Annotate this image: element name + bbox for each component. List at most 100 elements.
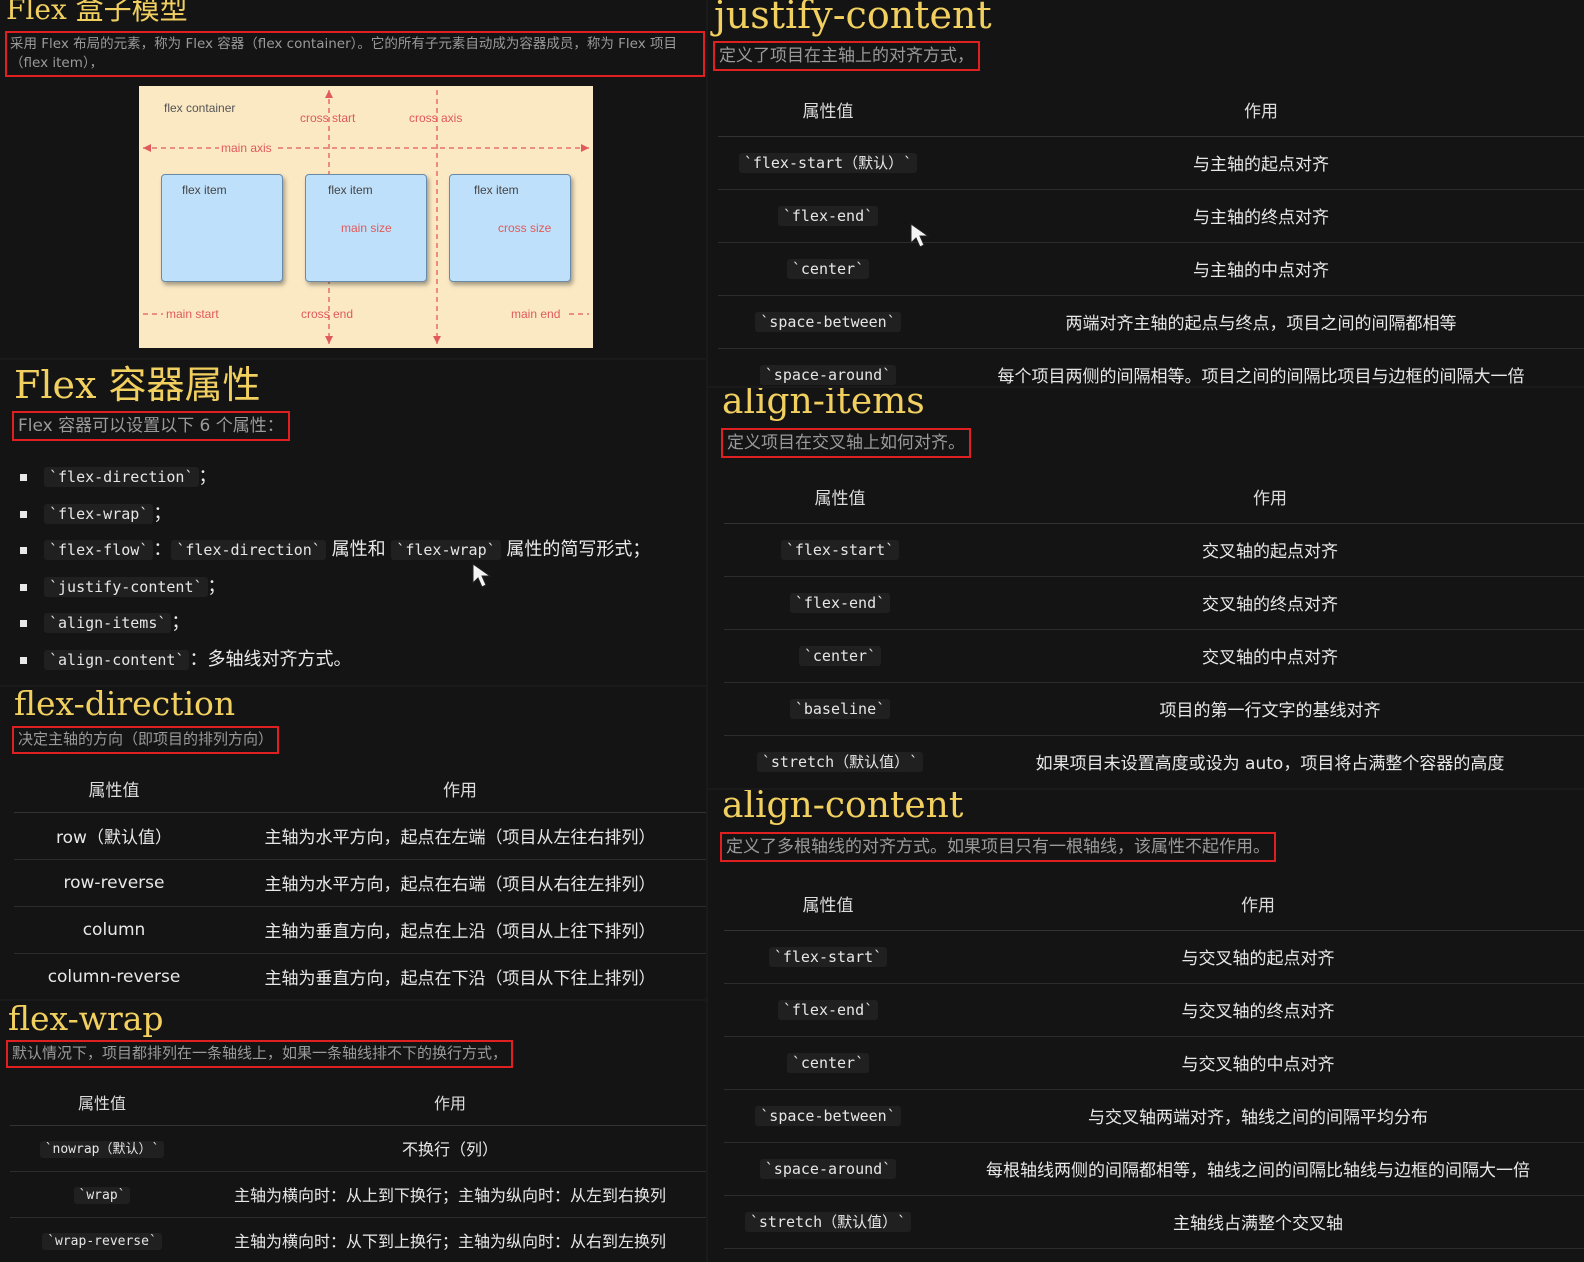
section-description: 定义了多根轴线的对齐方式。如果项目只有一根轴线，该属性不起作用。 bbox=[720, 832, 1276, 863]
list-item: `flex-direction`； bbox=[14, 459, 650, 496]
table-cell-value: `space-around` bbox=[724, 1142, 932, 1196]
table-row: column 主轴为垂直方向，起点在上沿（项目从上往下排列） bbox=[14, 906, 706, 954]
list-item: `align-items`； bbox=[14, 605, 650, 642]
column-header: 属性值 bbox=[14, 765, 214, 813]
align-items-panel: align-items 定义项目在交叉轴上如何对齐。 属性值 作用 `flex-s… bbox=[708, 388, 1584, 788]
table-cell-desc: 与交叉轴的中点对齐 bbox=[932, 1036, 1584, 1090]
inline-code: `justify-content` bbox=[44, 576, 208, 597]
column-header: 属性值 bbox=[10, 1079, 194, 1126]
table-cell-value: `flex-start（默认）` bbox=[718, 136, 938, 190]
column-header: 属性值 bbox=[718, 84, 938, 137]
table-cell-value: column-reverse bbox=[14, 953, 214, 999]
justify-content-panel: justify-content 定义了项目在主轴上的对齐方式， 属性值 作用 `f… bbox=[708, 0, 1584, 386]
table-cell-desc: 交叉轴的中点对齐 bbox=[956, 629, 1584, 683]
table-cell-value: `stretch（默认值）` bbox=[724, 1195, 932, 1249]
table-row: `stretch（默认值）` 如果项目未设置高度或设为 auto，项目将占满整个容… bbox=[724, 735, 1584, 788]
table-row: `space-between` 与交叉轴两端对齐，轴线之间的间隔平均分布 bbox=[724, 1089, 1584, 1143]
inline-code: `flex-wrap` bbox=[44, 503, 154, 524]
table-cell-value: `space-between` bbox=[724, 1089, 932, 1143]
description-line: （flex item）， bbox=[10, 55, 104, 71]
table-row: `space-around` 每个项目两侧的间隔相等。项目之间的间隔比项目与边框的… bbox=[718, 348, 1584, 386]
table-cell-desc: 每根轴线两侧的间隔都相等，轴线之间的间隔比轴线与边框的间隔大一倍 bbox=[932, 1142, 1584, 1196]
section-title: flex-direction bbox=[14, 687, 236, 723]
container-props-panel: Flex 容器属性 Flex 容器可以设置以下 6 个属性： `flex-dir… bbox=[0, 360, 706, 685]
table-cell-desc: 交叉轴的终点对齐 bbox=[956, 576, 1584, 630]
table-cell-desc: 交叉轴的起点对齐 bbox=[956, 523, 1584, 577]
list-item-text: ； bbox=[171, 612, 190, 633]
list-item: `justify-content`； bbox=[14, 569, 650, 606]
section-title: justify-content bbox=[714, 0, 992, 37]
inline-code: `flex-wrap` bbox=[391, 540, 501, 560]
list-item-text: ； bbox=[153, 502, 172, 524]
align-content-table: 属性值 作用 `flex-start` 与交叉轴的起点对齐 `flex-end` 与交… bbox=[724, 878, 1584, 1249]
section-title: Flex 容器属性 bbox=[14, 363, 261, 407]
cross-start-label: cross start bbox=[300, 111, 356, 125]
inline-code: `wrap-reverse` bbox=[42, 1233, 162, 1250]
table-row: `stretch（默认值）` 主轴线占满整个交叉轴 bbox=[724, 1195, 1584, 1249]
table-cell-desc: 与交叉轴的终点对齐 bbox=[932, 983, 1584, 1037]
table-cell-value: `space-between` bbox=[718, 295, 938, 349]
table-row: row（默认值） 主轴为水平方向，起点在左端（项目从左往右排列） bbox=[14, 812, 706, 860]
flex-diagram: flex container cross start cross axis ma… bbox=[139, 86, 593, 348]
flex-direction-table: 属性值 作用 row（默认值） 主轴为水平方向，起点在左端（项目从左往右排列） ro… bbox=[14, 765, 706, 999]
table-cell-value: `center` bbox=[724, 1036, 932, 1090]
table-row: `nowrap（默认）` 不换行（列） bbox=[10, 1125, 706, 1172]
section-title: Flex 盒子模型 bbox=[6, 0, 188, 26]
property-list: `flex-direction`； `flex-wrap`； `flex-flo… bbox=[14, 459, 650, 678]
list-item: `flex-wrap`； bbox=[14, 496, 650, 533]
flex-wrap-panel: flex-wrap 默认情况下，项目都排列在一条轴线上，如果一条轴线排不下的换行… bbox=[0, 1001, 706, 1262]
flex-item-label: flex item bbox=[474, 183, 519, 197]
table-cell-desc: 主轴为垂直方向，起点在下沿（项目从下往上排列） bbox=[214, 953, 706, 999]
list-item-text: ：多轴线对齐方式。 bbox=[189, 648, 352, 670]
section-description: 默认情况下，项目都排列在一条轴线上，如果一条轴线排不下的换行方式， bbox=[6, 1040, 514, 1068]
table-row: `space-around` 每根轴线两侧的间隔都相等，轴线之间的间隔比轴线与边框… bbox=[724, 1142, 1584, 1196]
table-cell-value: `baseline` bbox=[724, 682, 956, 736]
table-cell-value: row-reverse bbox=[14, 859, 214, 907]
flex-item-box: flex item main size bbox=[305, 174, 427, 282]
align-items-table: 属性值 作用 `flex-start` 交叉轴的起点对齐 `flex-end` 交叉轴… bbox=[724, 471, 1584, 788]
inline-code: `flex-start（默认）` bbox=[738, 153, 918, 173]
table-cell-desc: 主轴为横向时：从上到下换行；主轴为纵向时：从左到右换列 bbox=[194, 1171, 706, 1218]
table-cell-desc: 两端对齐主轴的起点与终点，项目之间的间隔都相等 bbox=[938, 295, 1584, 349]
inline-code: `align-items` bbox=[44, 613, 172, 633]
table-row: `flex-start` 交叉轴的起点对齐 bbox=[724, 523, 1584, 577]
cross-size-label: cross size bbox=[498, 221, 552, 235]
inline-code: `center` bbox=[798, 645, 882, 666]
table-cell-value: `nowrap（默认）` bbox=[10, 1125, 194, 1172]
list-item-text: 属性的简写形式； bbox=[500, 539, 651, 560]
inline-code: `flex-start` bbox=[780, 539, 900, 560]
table-cell-value: `space-around` bbox=[718, 348, 938, 386]
inline-code: `flex-direction` bbox=[44, 467, 199, 487]
flex-item-box: flex item cross size bbox=[449, 174, 571, 282]
section-title: flex-wrap bbox=[8, 1001, 164, 1038]
flex-item-label: flex item bbox=[182, 183, 227, 197]
table-row: `flex-end` 与主轴的终点对齐 bbox=[718, 189, 1584, 243]
section-description: Flex 容器可以设置以下 6 个属性： bbox=[12, 411, 290, 442]
table-cell-value: `wrap-reverse` bbox=[10, 1217, 194, 1262]
table-cell-desc: 主轴线占满整个交叉轴 bbox=[932, 1195, 1584, 1249]
list-item: `flex-flow`： `flex-direction` 属性和 `flex-w… bbox=[14, 532, 650, 569]
justify-content-table: 属性值 作用 `flex-start（默认）` 与主轴的起点对齐 `flex-end… bbox=[718, 84, 1584, 386]
table-row: `wrap` 主轴为横向时：从上到下换行；主轴为纵向时：从左到右换列 bbox=[10, 1171, 706, 1218]
table-row: `center` 与交叉轴的中点对齐 bbox=[724, 1036, 1584, 1090]
table-cell-desc: 主轴为横向时：从下到上换行；主轴为纵向时：从右到左换列 bbox=[194, 1217, 706, 1262]
table-cell-desc: 主轴为垂直方向，起点在上沿（项目从上往下排列） bbox=[214, 906, 706, 954]
table-cell-desc: 主轴为水平方向，起点在右端（项目从右往左排列） bbox=[214, 859, 706, 907]
table-cell-value: row（默认值） bbox=[14, 812, 214, 860]
table-cell-desc: 与交叉轴两端对齐，轴线之间的间隔平均分布 bbox=[932, 1089, 1584, 1143]
table-row: `baseline` 项目的第一行文字的基线对齐 bbox=[724, 682, 1584, 736]
table-cell-desc: 与交叉轴的起点对齐 bbox=[932, 930, 1584, 984]
flex-item-box: flex item bbox=[161, 174, 283, 282]
column-header: 作用 bbox=[956, 471, 1584, 524]
inline-code: `flex-direction` bbox=[171, 540, 326, 560]
list-item-text: ： bbox=[153, 539, 172, 560]
inline-code: `flex-start` bbox=[768, 946, 888, 967]
cross-axis-label: cross axis bbox=[409, 111, 463, 125]
column-header: 属性值 bbox=[724, 878, 932, 931]
flex-item-label: flex item bbox=[328, 183, 373, 197]
table-cell-desc: 每个项目两侧的间隔相等。项目之间的间隔比项目与边框的间隔大一倍 bbox=[938, 348, 1584, 386]
flex-container-label: flex container bbox=[164, 101, 236, 115]
inline-code: `flex-end` bbox=[789, 592, 891, 613]
inline-code: `space-around` bbox=[759, 1158, 897, 1179]
table-row: `flex-end` 与交叉轴的终点对齐 bbox=[724, 983, 1584, 1037]
